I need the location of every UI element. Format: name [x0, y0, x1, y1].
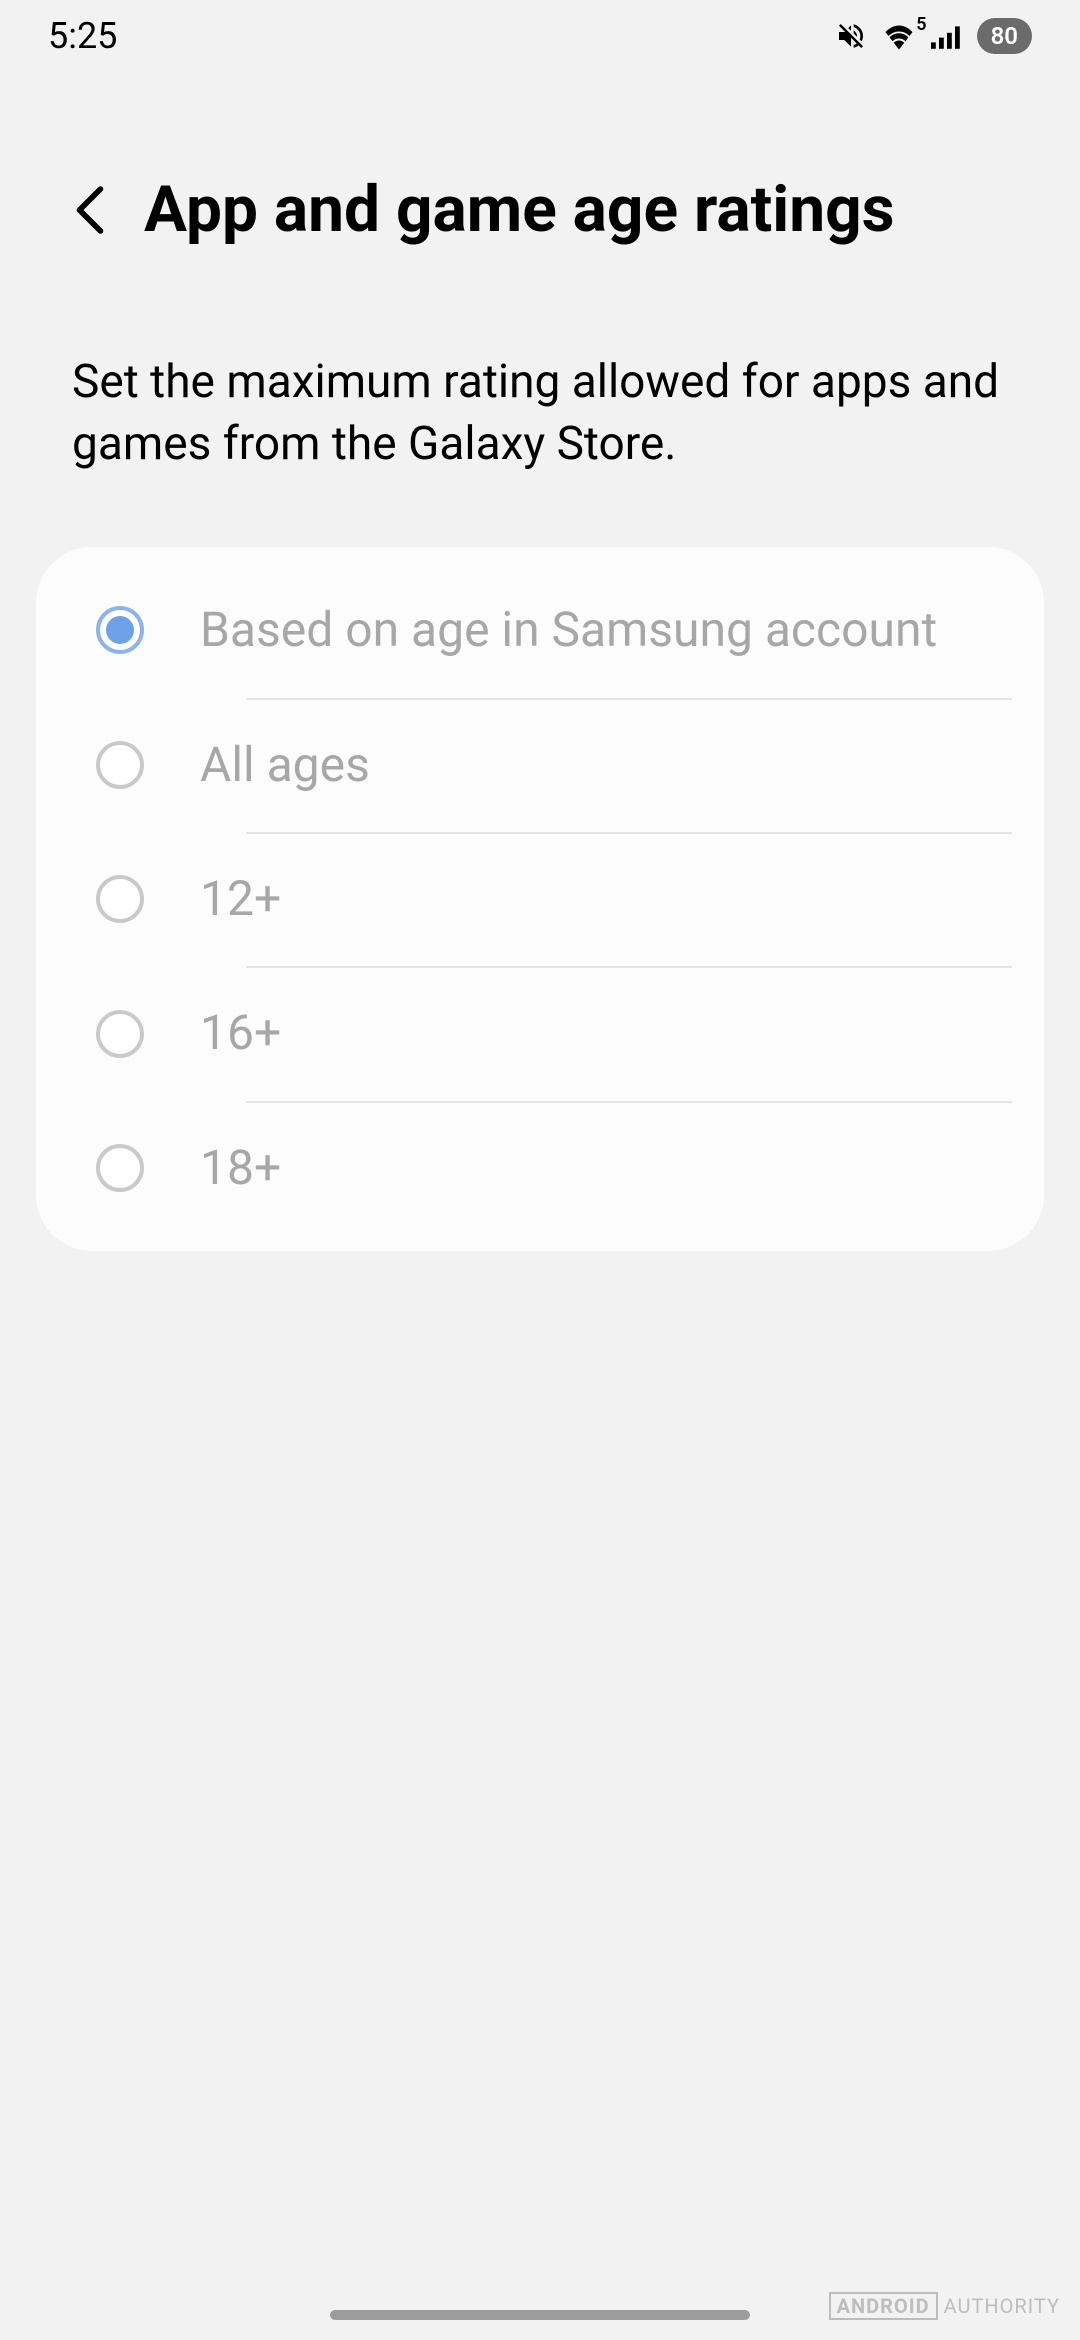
radio-selected-icon	[96, 606, 144, 654]
signal-icon	[931, 22, 963, 50]
option-12-plus[interactable]: 12+	[36, 832, 1044, 966]
wifi-icon: 5	[881, 22, 917, 50]
status-icons: 5 80	[835, 18, 1032, 54]
watermark: ANDROID AUTHORITY	[829, 2292, 1060, 2320]
watermark-name: AUTHORITY	[944, 2294, 1060, 2318]
option-16-plus[interactable]: 16+	[36, 966, 1044, 1100]
option-18-plus[interactable]: 18+	[36, 1101, 1044, 1235]
option-label: 12+	[200, 868, 996, 930]
watermark-brand: ANDROID	[829, 2292, 938, 2320]
option-label: 16+	[200, 1002, 996, 1064]
page-description: Set the maximum rating allowed for apps …	[0, 247, 1080, 475]
options-card: Based on age in Samsung account All ages…	[36, 547, 1044, 1251]
option-label: 18+	[200, 1137, 996, 1199]
back-icon[interactable]	[72, 182, 108, 238]
mute-icon	[835, 20, 867, 52]
status-bar: 5:25 5 80	[0, 0, 1080, 72]
battery-indicator: 80	[977, 18, 1032, 54]
option-samsung-account[interactable]: Based on age in Samsung account	[36, 563, 1044, 697]
radio-unselected-icon	[96, 1144, 144, 1192]
option-all-ages[interactable]: All ages	[36, 698, 1044, 832]
option-label: Based on age in Samsung account	[200, 599, 996, 661]
page-title: App and game age ratings	[144, 172, 895, 247]
radio-unselected-icon	[96, 1010, 144, 1058]
radio-unselected-icon	[96, 875, 144, 923]
wifi-band-label: 5	[916, 14, 926, 35]
home-indicator[interactable]	[330, 2310, 750, 2320]
radio-unselected-icon	[96, 741, 144, 789]
page-header: App and game age ratings	[0, 72, 1080, 247]
option-label: All ages	[200, 734, 996, 796]
status-time: 5:25	[48, 15, 117, 57]
